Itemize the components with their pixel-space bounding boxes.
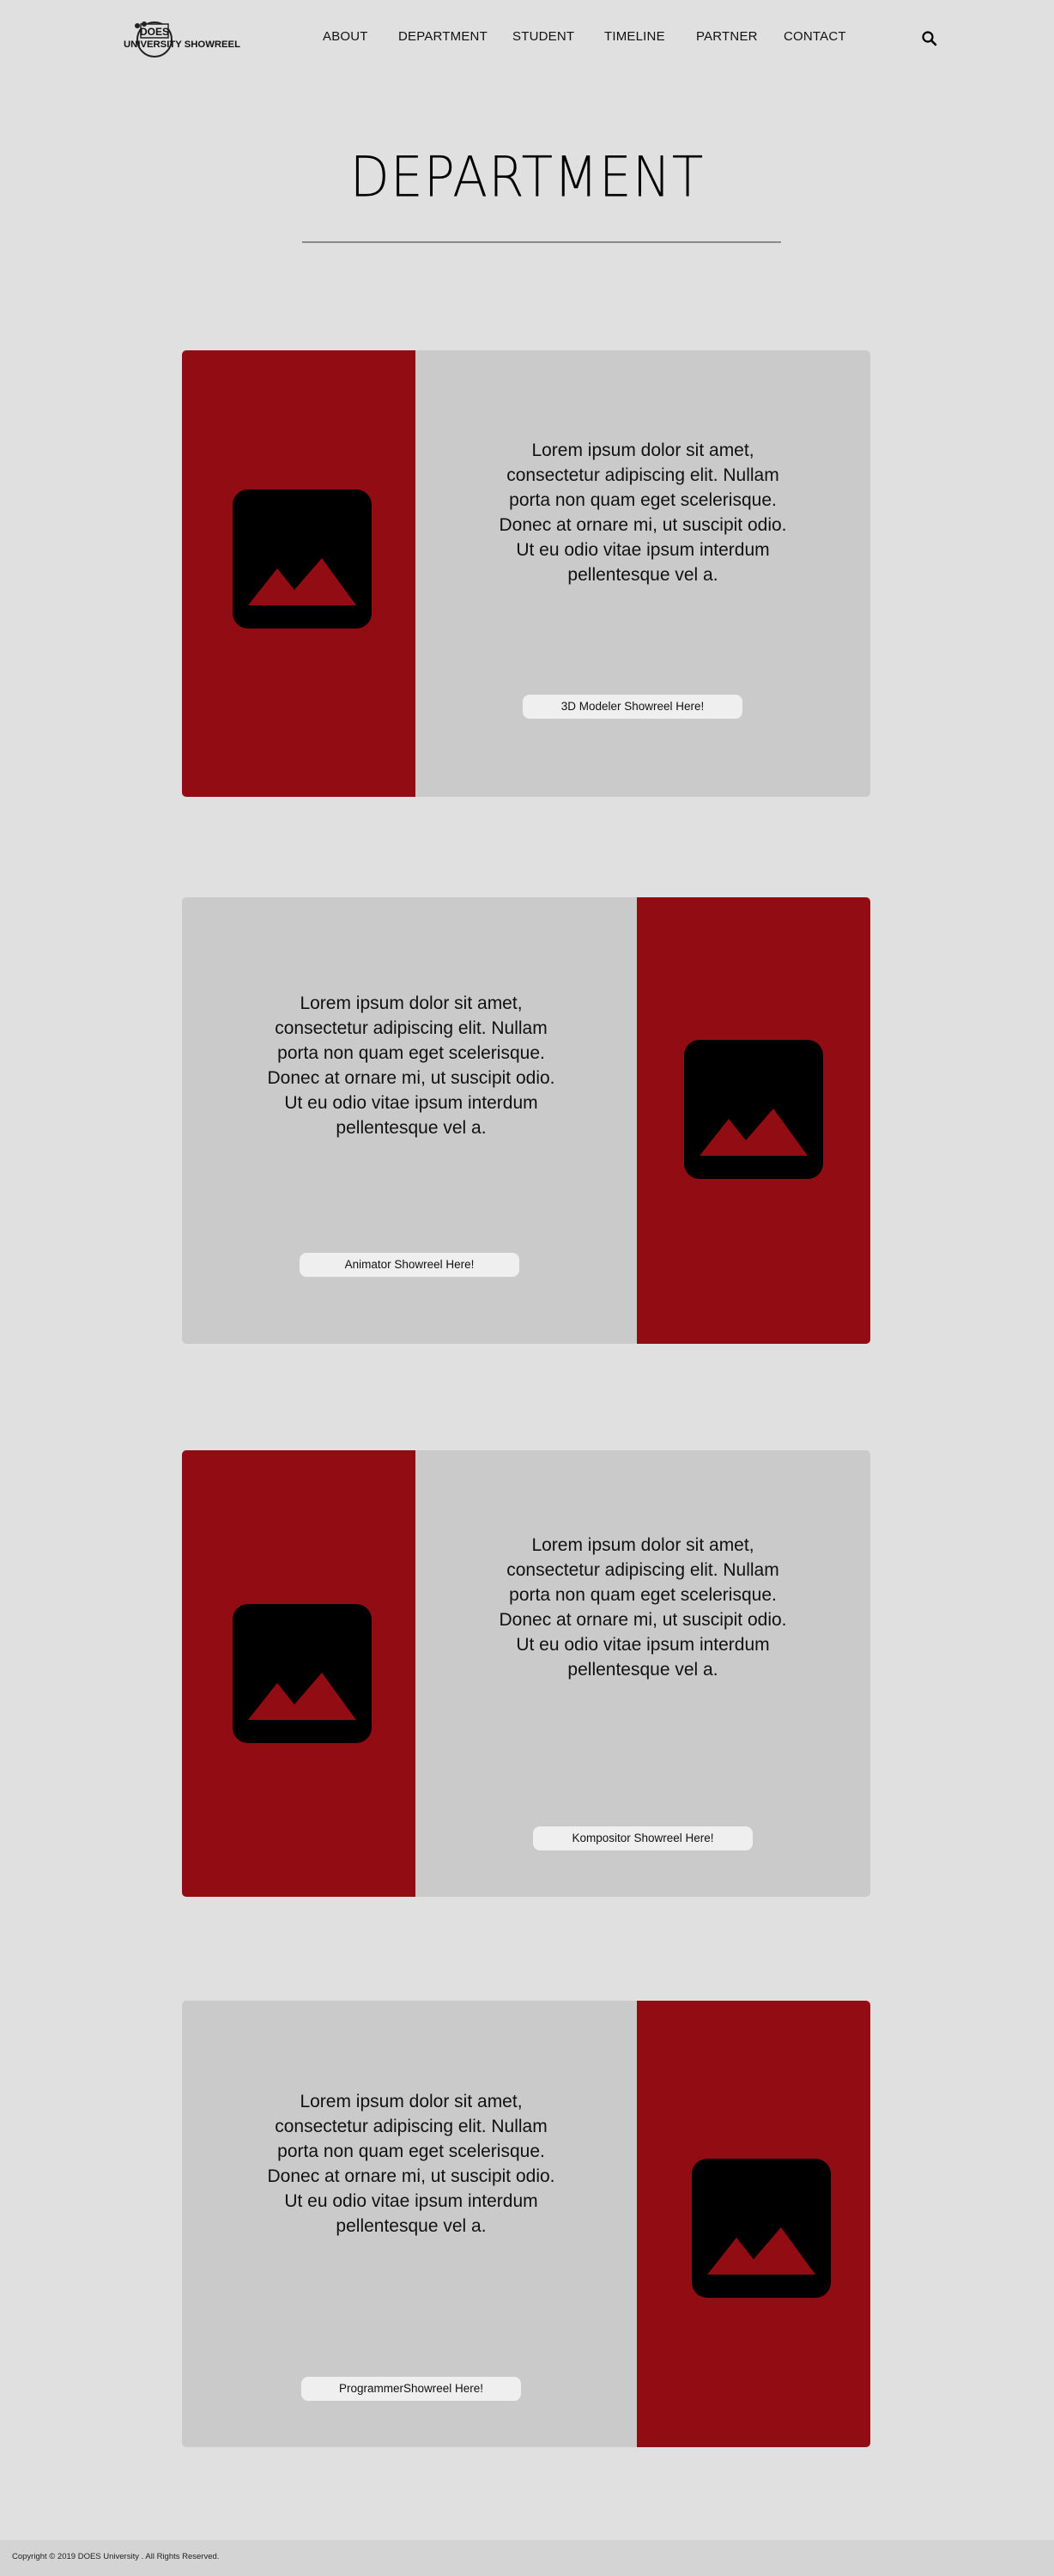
image-placeholder-icon — [233, 1604, 372, 1743]
department-card-animator: Lorem ipsum dolor sit amet, consectetur … — [182, 897, 870, 1344]
card-media — [637, 897, 870, 1344]
image-placeholder-icon — [684, 1040, 823, 1179]
nav-student[interactable]: STUDENT — [512, 29, 574, 44]
nav-partner[interactable]: PARTNER — [696, 29, 758, 44]
copyright-text: Copyright © 2019 DOES University . All R… — [12, 2552, 220, 2561]
showreel-button-animator[interactable]: Animator Showreel Here! — [300, 1253, 519, 1277]
department-card-kompositor: Lorem ipsum dolor sit amet, consectetur … — [182, 1450, 870, 1897]
card-description: Lorem ipsum dolor sit amet, consectetur … — [499, 1535, 787, 1680]
card-media — [637, 2001, 870, 2447]
nav-contact[interactable]: CONTACT — [784, 29, 846, 44]
department-card-3d-modeler: Lorem ipsum dolor sit amet, consectetur … — [182, 350, 870, 797]
showreel-button-programmer[interactable]: ProgrammerShowreel Here! — [301, 2377, 521, 2401]
site-footer: Copyright © 2019 DOES University . All R… — [0, 2540, 1054, 2576]
image-placeholder-icon — [233, 489, 372, 629]
card-media — [182, 350, 415, 797]
card-media — [182, 1450, 415, 1897]
nav-department[interactable]: DEPARTMENT — [398, 29, 488, 44]
card-description: Lorem ipsum dolor sit amet, consectetur … — [499, 440, 787, 585]
nav-timeline[interactable]: TIMELINE — [604, 29, 665, 44]
showreel-button-3d-modeler[interactable]: 3D Modeler Showreel Here! — [523, 695, 742, 719]
page-title: DEPARTMENT — [349, 145, 705, 210]
nav-about[interactable]: ABOUT — [323, 29, 368, 44]
main-nav: ABOUT DEPARTMENT STUDENT TIMELINE PARTNE… — [0, 29, 1054, 48]
showreel-button-kompositor[interactable]: Kompositor Showreel Here! — [533, 1826, 753, 1850]
search-button[interactable] — [920, 29, 939, 48]
site-header: DOES UNIVERSITY SHOWREEL ABOUT DEPARTMEN… — [0, 0, 1054, 77]
card-description: Lorem ipsum dolor sit amet, consectetur … — [267, 2092, 555, 2236]
card-description: Lorem ipsum dolor sit amet, consectetur … — [267, 993, 555, 1138]
department-card-programmer: Lorem ipsum dolor sit amet, consectetur … — [182, 2001, 870, 2447]
image-placeholder-icon — [692, 2159, 831, 2298]
title-divider — [302, 241, 781, 243]
search-icon — [922, 31, 937, 46]
